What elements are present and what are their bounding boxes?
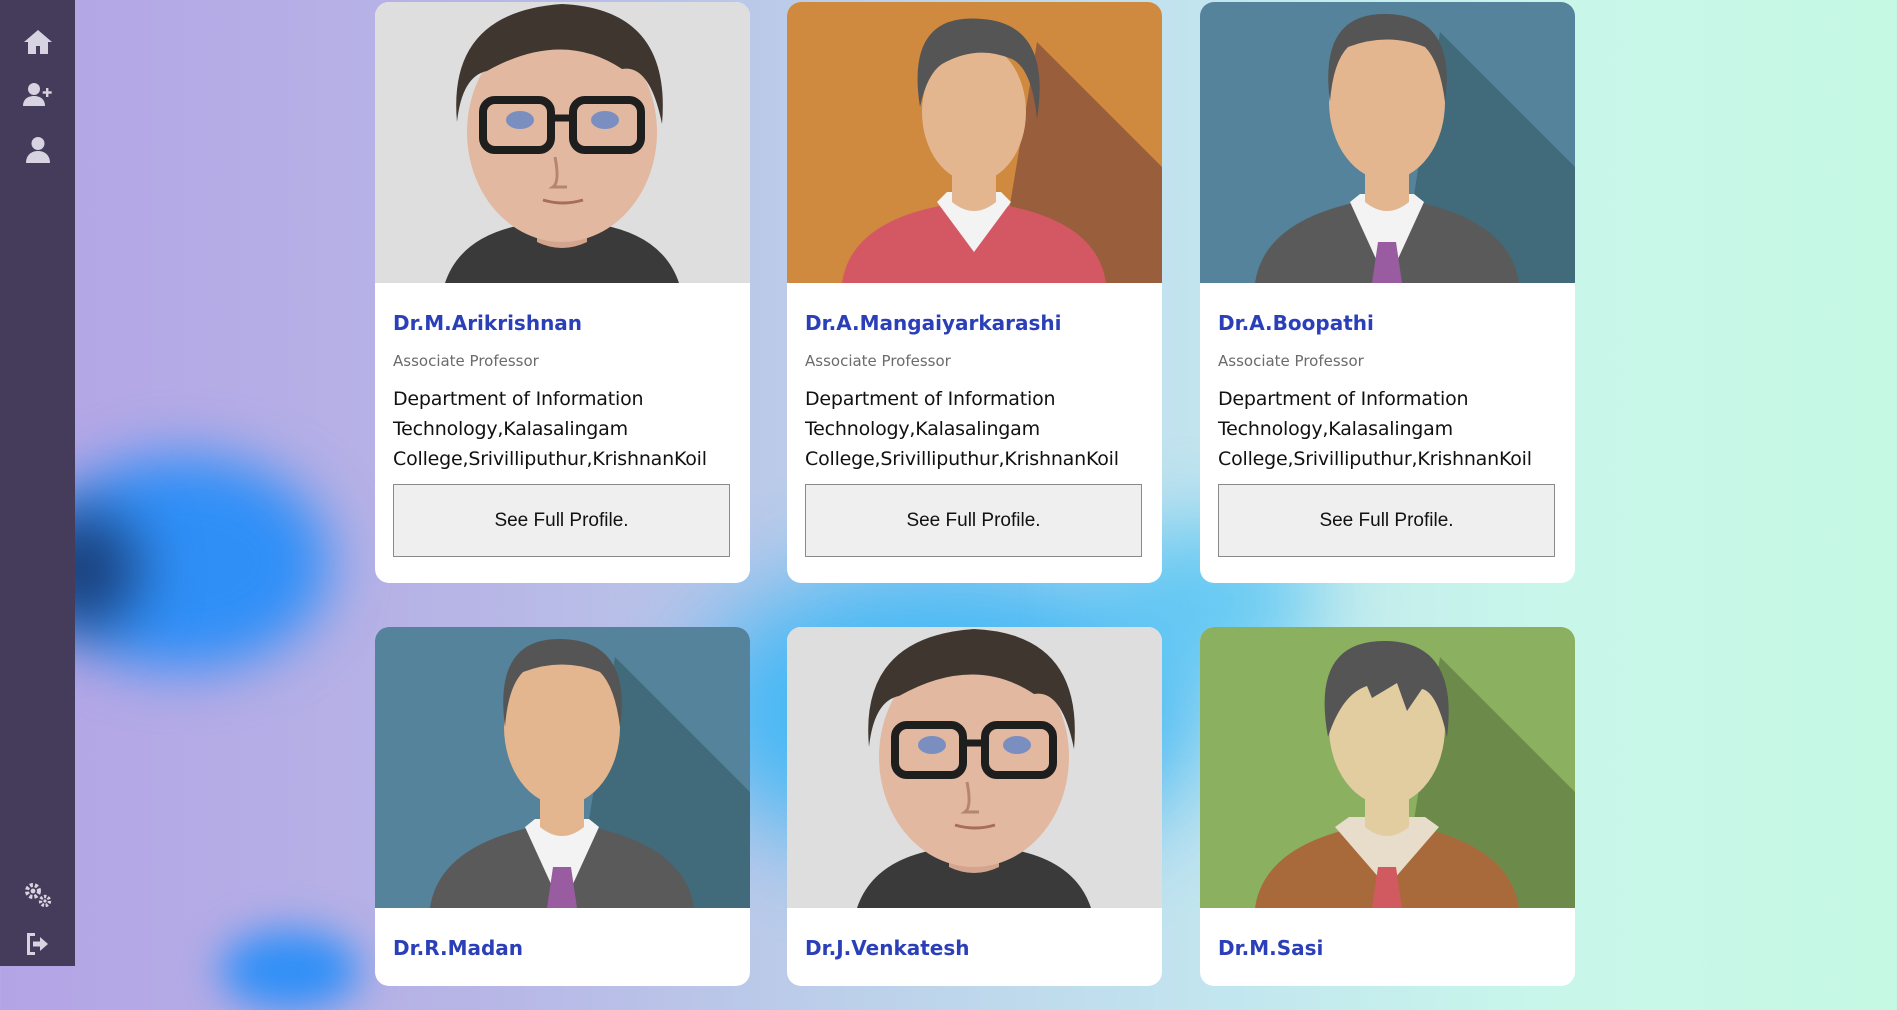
male-tie-avatar [1200,2,1575,283]
faculty-role: Associate Professor [805,352,951,370]
see-full-profile-button[interactable]: See Full Profile. [393,484,730,557]
cartoon-glasses-avatar [787,627,1162,908]
faculty-name[interactable]: Dr.J.Venkatesh [805,936,1144,960]
faculty-department: Department of Information Technology,Kal… [393,388,707,470]
male-sweater-avatar [1200,627,1575,908]
faculty-name[interactable]: Dr.A.Mangaiyarkarashi [805,311,1144,335]
faculty-name[interactable]: Dr.R.Madan [393,936,732,960]
female-avatar [787,2,1162,283]
faculty-role: Associate Professor [1218,352,1364,370]
faculty-card: Dr.A.Mangaiyarkarashi Associate Professo… [787,2,1162,583]
add-user-icon[interactable] [19,76,57,114]
faculty-card: Dr.R.Madan [375,627,750,986]
faculty-name[interactable]: Dr.A.Boopathi [1218,311,1557,335]
home-icon[interactable] [19,23,57,61]
faculty-department: Department of Information Technology,Kal… [805,388,1119,470]
user-icon[interactable] [19,131,57,169]
cartoon-glasses-avatar [375,2,750,283]
faculty-card: Dr.A.Boopathi Associate Professor Depart… [1200,2,1575,583]
background-blob [220,930,360,1010]
faculty-name[interactable]: Dr.M.Sasi [1218,936,1557,960]
faculty-card: Dr.M.Sasi [1200,627,1575,986]
see-full-profile-button[interactable]: See Full Profile. [805,484,1142,557]
sidebar [0,0,75,966]
see-full-profile-button[interactable]: See Full Profile. [1218,484,1555,557]
faculty-card: Dr.J.Venkatesh [787,627,1162,986]
faculty-department: Department of Information Technology,Kal… [1218,388,1532,470]
gears-icon[interactable] [19,876,57,914]
faculty-name[interactable]: Dr.M.Arikrishnan [393,311,732,335]
faculty-card: Dr.M.Arikrishnan Associate Professor Dep… [375,2,750,583]
logout-icon[interactable] [19,925,57,963]
faculty-role: Associate Professor [393,352,539,370]
male-tie-avatar [375,627,750,908]
